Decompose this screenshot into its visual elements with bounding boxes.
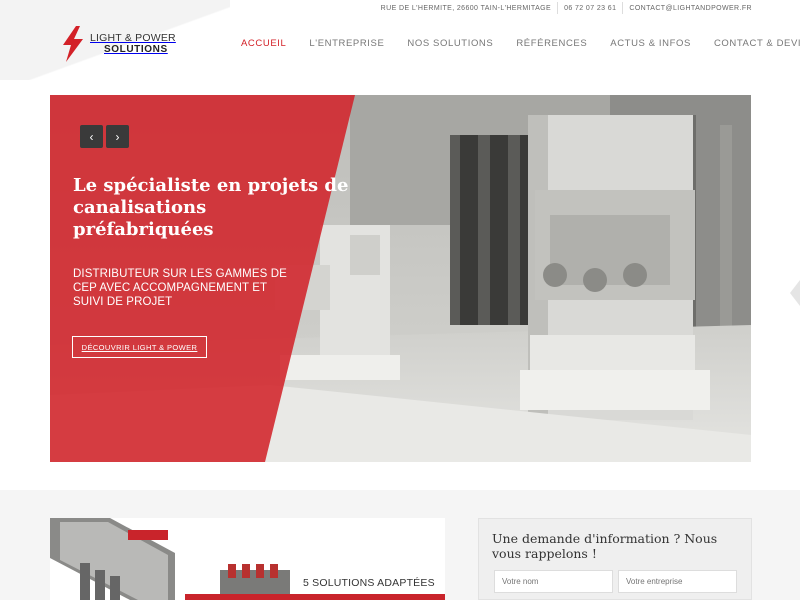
discover-button[interactable]: DÉCOUVRIR LIGHT & POWER — [72, 336, 207, 358]
logo-line-2: SOLUTIONS — [104, 44, 168, 55]
chevron-right-icon: › — [115, 129, 120, 144]
divider — [622, 2, 624, 14]
name-field[interactable] — [494, 570, 613, 593]
slider-prev-button[interactable]: ‹ — [80, 125, 103, 148]
solutions-label: 5 SOLUTIONS ADAPTÉES — [303, 577, 435, 589]
nav-item-actus[interactable]: ACTUS & INFOS — [610, 38, 691, 49]
nav-item-accueil[interactable]: ACCUEIL — [241, 38, 286, 49]
company-field[interactable] — [618, 570, 737, 593]
nav-item-solutions[interactable]: NOS SOLUTIONS — [407, 38, 493, 49]
slider-next-button[interactable]: › — [106, 125, 129, 148]
hero-subtitle: DISTRIBUTEUR SUR LES GAMMES DE CEP AVEC … — [73, 268, 287, 308]
solutions-accent-bar — [185, 594, 445, 600]
chevron-right-edge-icon[interactable] — [790, 280, 800, 306]
main-navigation: ACCUEIL L'ENTREPRISE NOS SOLUTIONS RÉFÉR… — [241, 38, 800, 49]
chevron-left-icon: ‹ — [89, 129, 94, 144]
nav-item-references[interactable]: RÉFÉRENCES — [516, 38, 587, 49]
hero-slider: ‹ › Le spécialiste en projets de canalis… — [50, 95, 751, 462]
nav-item-entreprise[interactable]: L'ENTREPRISE — [309, 38, 384, 49]
site-logo[interactable]: LIGHT & POWER SOLUTIONS — [60, 26, 190, 62]
hero-title: Le spécialiste en projets de canalisatio… — [73, 175, 349, 240]
email-link[interactable]: CONTACT@LIGHTANDPOWER.FR — [629, 5, 752, 12]
contact-form: Une demande d'information ? Nous vous ra… — [478, 518, 752, 600]
address-text: RUE DE L'HERMITE, 26600 TAIN-L'HERMITAGE — [380, 4, 552, 12]
form-title: Une demande d'information ? Nous vous ra… — [492, 531, 718, 561]
phone-link[interactable]: 06 72 07 23 61 — [564, 5, 616, 12]
nav-item-contact[interactable]: CONTACT & DEVIS — [714, 38, 800, 49]
top-contact-bar: RUE DE L'HERMITE, 26600 TAIN-L'HERMITAGE… — [0, 0, 800, 16]
lightning-bolt-icon — [63, 26, 83, 62]
divider — [557, 2, 559, 14]
logo-line-1: LIGHT & POWER — [90, 32, 176, 44]
